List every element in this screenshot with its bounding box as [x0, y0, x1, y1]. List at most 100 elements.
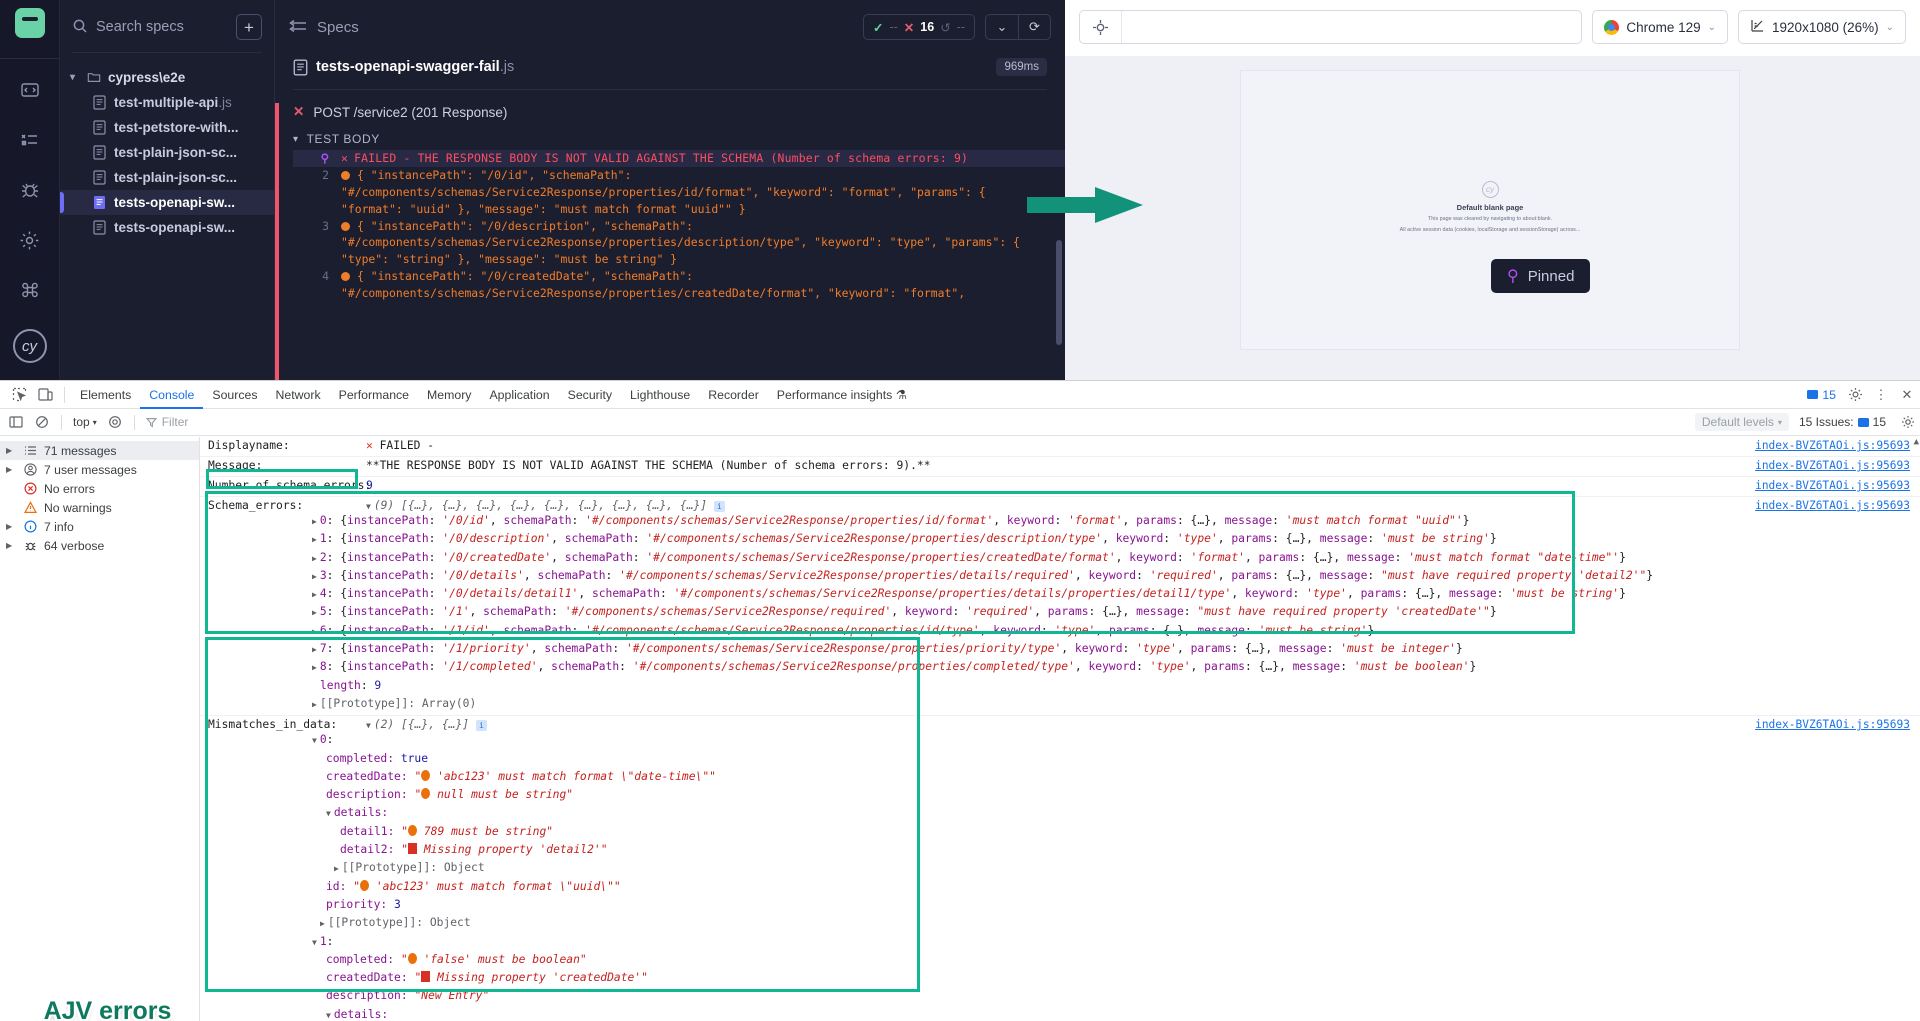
source-link[interactable]: index-BVZ6TAOi.js:95693 — [1755, 499, 1910, 512]
schema-error-item-6[interactable]: ▶ 6: {instancePath: '/1/id', schemaPath: … — [208, 622, 1920, 640]
sidebar-label-user-messages: 7 user messages — [44, 462, 137, 477]
command-log-line-2[interactable]: 2 { "instancePath": "/0/id", "schemaPath… — [293, 167, 1065, 218]
tab-lighthouse[interactable]: Lighthouse — [621, 381, 699, 409]
device-toolbar-icon[interactable] — [32, 382, 58, 408]
mismatch-0-prototype[interactable]: ▶ [[Prototype]]: Object — [208, 914, 1920, 932]
mismatch-index-1[interactable]: ▼ 1: — [208, 933, 1920, 951]
sidebar-item-errors[interactable]: No errors — [0, 479, 199, 498]
console-scrollbar[interactable]: ▲ — [1909, 437, 1920, 1021]
add-spec-button[interactable]: + — [236, 14, 262, 40]
cypress-main-panel: Specs ✓ -- ✕ 16 ↺ -- ⌄ ⟳ tests-openapi-s… — [275, 0, 1065, 380]
schema-error-item-8[interactable]: ▶ 8: {instancePath: '/1/completed', schem… — [208, 658, 1920, 676]
tab-recorder[interactable]: Recorder — [699, 381, 768, 409]
displayname-value: ✕ FAILED - — [366, 439, 435, 452]
schema-error-item-0[interactable]: ▶ 0: {instancePath: '/0/id', schemaPath: … — [208, 512, 1920, 530]
schema-errors-prototype[interactable]: ▶ [[Prototype]]: Array(0) — [208, 695, 1920, 713]
log-line-number: 4 — [322, 269, 329, 284]
schema-error-item-3[interactable]: ▶ 3: {instancePath: '/0/details', schemaP… — [208, 567, 1920, 585]
schema-error-item-4[interactable]: ▶ 4: {instancePath: '/0/details/detail1',… — [208, 585, 1920, 603]
back-arrow-icon[interactable] — [289, 19, 307, 36]
tab-network[interactable]: Network — [267, 381, 330, 409]
spec-tree-item-3[interactable]: test-plain-json-sc... — [60, 165, 274, 190]
code-icon[interactable] — [13, 73, 47, 107]
schema-error-item-5[interactable]: ▶ 5: {instancePath: '/1', schemaPath: '#/… — [208, 603, 1920, 621]
viewport-selector[interactable]: 1920x1080 (26%) ⌄ — [1738, 10, 1906, 44]
schema-error-item-2[interactable]: ▶ 2: {instancePath: '/0/createdDate', sch… — [208, 549, 1920, 567]
expand-chevron-button[interactable]: ⌄ — [985, 14, 1018, 40]
browser-label: Chrome 129 — [1626, 19, 1701, 35]
issues-summary[interactable]: 15 Issues: 15 — [1799, 415, 1886, 429]
cypress-account-badge[interactable]: cy — [12, 329, 47, 363]
test-body-section[interactable]: ▾ TEST BODY — [293, 132, 1065, 146]
test-title-row[interactable]: ✕ POST /service2 (201 Response) — [293, 104, 1065, 120]
sidebar-item-messages[interactable]: ▶ 71 messages — [0, 441, 199, 460]
spec-tree-folder[interactable]: ▾ cypress\e2e — [60, 65, 274, 90]
source-link[interactable]: index-BVZ6TAOi.js:95693 — [1755, 479, 1910, 492]
settings-gear-icon[interactable] — [13, 223, 47, 257]
rerun-tests-button[interactable]: ⟳ — [1018, 14, 1051, 40]
console-sidebar-toggle-icon[interactable] — [4, 410, 28, 434]
aut-url-bar[interactable] — [1079, 10, 1583, 44]
displayname-key: Displayname: — [208, 439, 290, 452]
spec-tree-item-1[interactable]: test-petstore-with... — [60, 115, 274, 140]
mismatch-0-details[interactable]: ▼ details: — [208, 804, 1920, 822]
search-specs-input[interactable]: Search specs — [96, 19, 228, 35]
tab-elements[interactable]: Elements — [71, 381, 140, 409]
debug-bug-icon[interactable] — [13, 173, 47, 207]
sidebar-item-info[interactable]: ▶ 7 info — [0, 517, 199, 536]
spec-tree-item-5[interactable]: tests-openapi-sw... — [60, 215, 274, 240]
tab-performance[interactable]: Performance — [330, 381, 418, 409]
console-filter-input[interactable]: Filter — [145, 415, 188, 429]
tab-security[interactable]: Security — [559, 381, 621, 409]
selector-playground-icon[interactable] — [1080, 11, 1122, 43]
chevron-down-icon: ⌄ — [1885, 21, 1894, 33]
command-log-line-3[interactable]: 3 { "instancePath": "/0/description", "s… — [293, 218, 1065, 269]
tab-application[interactable]: Application — [480, 381, 558, 409]
execution-context-selector[interactable]: top ▾ — [69, 415, 101, 429]
source-link[interactable]: index-BVZ6TAOi.js:95693 — [1755, 439, 1910, 452]
toolbar-divider — [133, 414, 135, 430]
browser-selector[interactable]: Chrome 129 ⌄ — [1592, 10, 1729, 44]
clear-console-icon[interactable] — [30, 410, 54, 434]
devtools-more-icon[interactable]: ⋮ — [1868, 382, 1894, 408]
tab-sources[interactable]: Sources — [203, 381, 266, 409]
spec-tree-item-0[interactable]: test-multiple-api.js — [60, 90, 274, 115]
devtools-settings-icon[interactable] — [1842, 382, 1868, 408]
source-link[interactable]: index-BVZ6TAOi.js:95693 — [1755, 459, 1910, 472]
command-log-scrollbar[interactable] — [1056, 240, 1062, 345]
spec-duration-badge: 969ms — [996, 58, 1047, 76]
blank-page-title: Default blank page — [1456, 203, 1524, 212]
command-log-line-failed[interactable]: ⚲ ✕ FAILED - THE RESPONSE BODY IS NOT VAL… — [293, 150, 1065, 167]
keyboard-shortcut-icon[interactable] — [13, 273, 47, 307]
log-levels-selector[interactable]: Default levels ▾ — [1694, 413, 1789, 431]
aut-toolbar: Chrome 129 ⌄ 1920x1080 (26%) ⌄ — [1065, 0, 1920, 54]
sidebar-item-warnings[interactable]: No warnings — [0, 498, 199, 517]
tab-console[interactable]: Console — [140, 381, 203, 409]
mismatch-index-0[interactable]: ▼ 0: — [208, 731, 1920, 749]
error-square-icon — [421, 971, 431, 983]
schema-error-item-7[interactable]: ▶ 7: {instancePath: '/1/priority', schema… — [208, 640, 1920, 658]
close-icon[interactable]: ✕ — [1894, 382, 1920, 408]
tab-performance-insights[interactable]: Performance insights ⚗ — [768, 381, 916, 409]
source-link[interactable]: index-BVZ6TAOi.js:95693 — [1755, 718, 1910, 731]
issues-counter[interactable]: 15 — [1807, 388, 1836, 402]
spec-tree-item-2[interactable]: test-plain-json-sc... — [60, 140, 274, 165]
command-log-line-4[interactable]: 4 { "instancePath": "/0/createdDate", "s… — [293, 268, 1065, 302]
sidebar-item-user-messages[interactable]: ▶ 7 user messages — [0, 460, 199, 479]
mismatch-1-details[interactable]: ▼ details: — [208, 1006, 1920, 1021]
spec-tree-item-4-active[interactable]: tests-openapi-sw... — [60, 190, 274, 215]
mismatches-summary[interactable]: ▼ (2) [{…}, {…}] i — [366, 718, 1920, 732]
scroll-up-icon[interactable]: ▲ — [1914, 437, 1919, 447]
live-expression-icon[interactable] — [103, 410, 127, 434]
tab-memory[interactable]: Memory — [418, 381, 480, 409]
cypress-logo-icon[interactable] — [14, 8, 45, 38]
schema-errors-summary[interactable]: ▼ (9) [{…}, {…}, {…}, {…}, {…}, {…}, {…},… — [366, 499, 1920, 512]
pin-icon: ⚲ — [320, 151, 329, 165]
console-settings-icon[interactable] — [1896, 410, 1920, 434]
schema-error-item-1[interactable]: ▶ 1: {instancePath: '/0/description', sch… — [208, 530, 1920, 548]
sidebar-item-verbose[interactable]: ▶ 64 verbose — [0, 536, 199, 555]
mismatch-0-details-prototype[interactable]: ▶ [[Prototype]]: Object — [208, 859, 1920, 877]
inspect-element-icon[interactable] — [6, 382, 32, 408]
runs-list-icon[interactable] — [13, 123, 47, 157]
runner-breadcrumb[interactable]: Specs — [317, 19, 359, 36]
